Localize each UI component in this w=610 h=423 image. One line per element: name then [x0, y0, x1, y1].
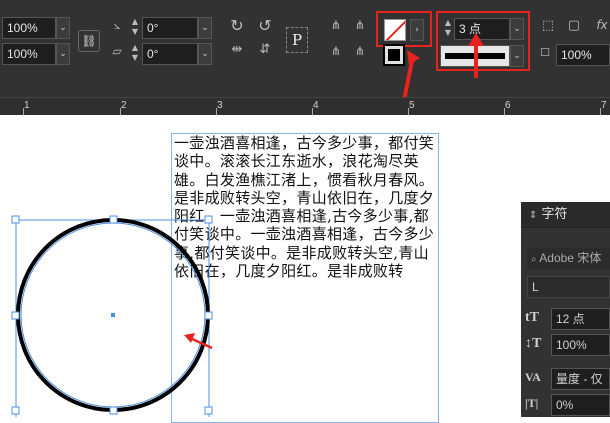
ruler-mark-1: 1: [24, 100, 30, 111]
ruler-mark-6: 6: [505, 100, 511, 111]
font-size-field[interactable]: 12 点: [551, 308, 610, 330]
kerning-icon: VA: [525, 370, 541, 384]
character-panel: ⇕ 字符 ⌕ Adobe 宋体 L tT 12 点 ↕T 100% VA 量度 …: [521, 202, 610, 417]
selection-handle[interactable]: [204, 311, 213, 320]
selection-handle[interactable]: [11, 311, 20, 320]
selection-handle[interactable]: [204, 215, 213, 224]
vertical-scale-field[interactable]: 100%: [551, 334, 610, 356]
selection-handle[interactable]: [11, 215, 20, 224]
tracking-field[interactable]: 0%: [551, 394, 610, 416]
kerning-field[interactable]: 量度 - 仅: [551, 368, 610, 390]
arrow-to-stroke-head: [468, 33, 484, 46]
arrow-to-circle-head: [184, 333, 195, 343]
panel-collapse-icon[interactable]: ⇕: [529, 210, 537, 221]
tracking-icon: |T|: [525, 396, 539, 410]
font-style-field[interactable]: L: [527, 276, 610, 298]
font-size-icon: tT: [525, 310, 539, 325]
center-point: [111, 313, 115, 317]
selection-handle[interactable]: [11, 406, 20, 415]
circle-selection-layer: [11, 215, 213, 417]
vertical-scale-icon: ↕T: [525, 336, 542, 351]
font-family-field[interactable]: ⌕ Adobe 宋体: [527, 248, 610, 270]
character-panel-header[interactable]: ⇕ 字符: [521, 202, 610, 228]
ruler-mark-4: 4: [313, 100, 319, 111]
search-icon: ⌕: [531, 254, 537, 265]
selection-handle[interactable]: [109, 406, 118, 415]
ruler-mark-7: 7: [601, 100, 607, 111]
ruler-mark-5: 5: [409, 100, 415, 111]
character-panel-title: 字符: [541, 207, 568, 222]
selection-handle[interactable]: [109, 215, 118, 224]
ruler-mark-2: 2: [121, 100, 127, 111]
control-panel: 100% ⌄ 100% ⌄ ⛓ ⦣ ▲ ▼ 0° ⌄ ▱ ▲ ▼ 0° ⌄ ↻ ↺ …: [0, 0, 610, 115]
selection-handle[interactable]: [204, 406, 213, 415]
ruler-mark-3: 3: [217, 100, 223, 111]
horizontal-ruler[interactable]: 1 2 3 4 5 6 7: [0, 97, 610, 116]
